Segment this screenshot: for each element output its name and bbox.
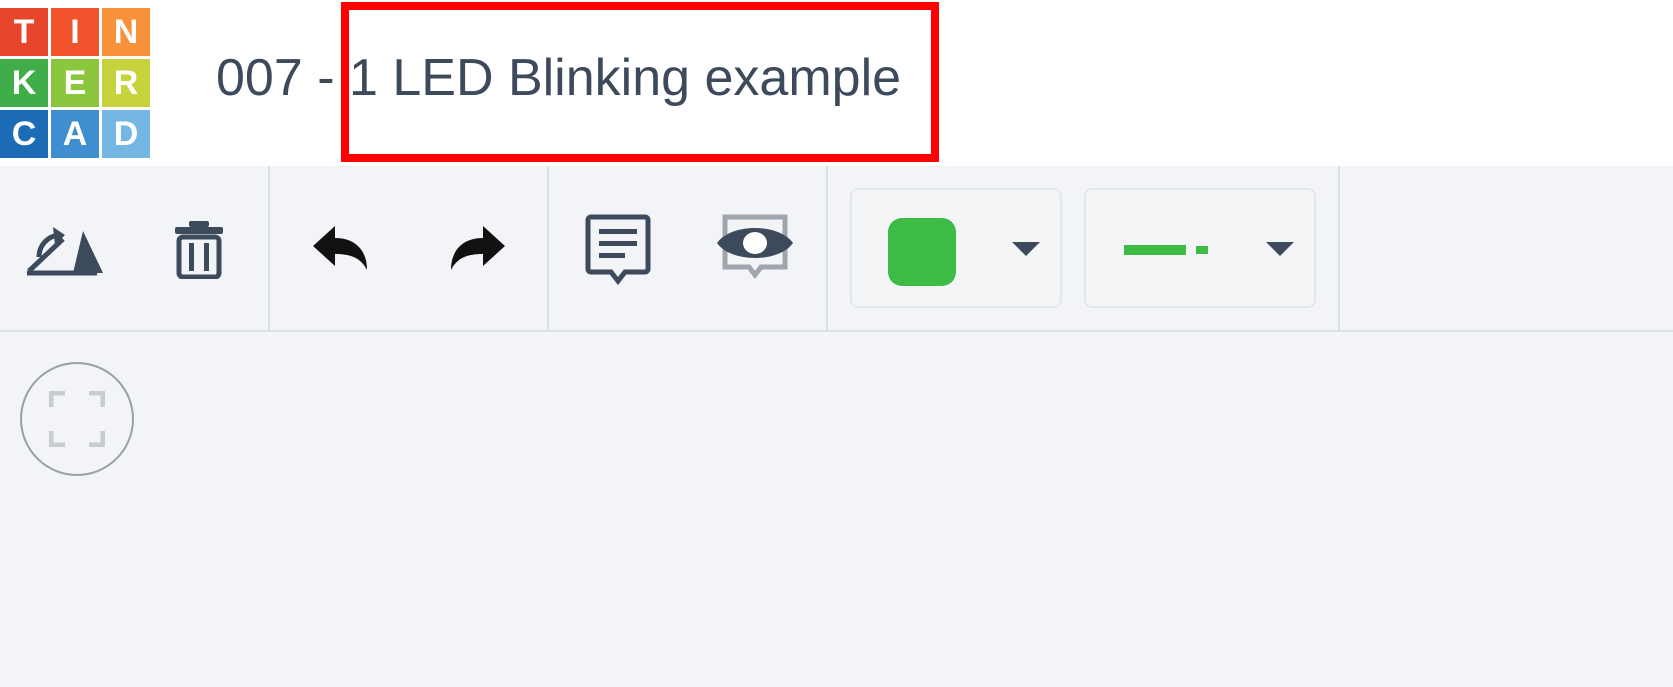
fit-view-button[interactable]	[20, 362, 134, 476]
notes-button[interactable]	[573, 204, 663, 294]
delete-button[interactable]	[154, 204, 244, 294]
fit-view-icon	[49, 391, 105, 447]
project-title[interactable]: 007 - 1 LED Blinking example	[216, 48, 901, 108]
toolbar-divider	[268, 166, 270, 330]
wire-type-picker[interactable]	[1084, 188, 1316, 308]
wire-type-icon	[1124, 245, 1208, 255]
logo-letter: N	[102, 8, 150, 56]
visibility-button[interactable]	[710, 204, 800, 294]
logo-letter: D	[102, 110, 150, 158]
logo-letter: E	[51, 59, 99, 107]
app-header: T I N K E R C A D 007 - 1 LED Blinking e…	[0, 0, 1673, 166]
notes-icon	[585, 214, 651, 285]
rotate-icon	[27, 227, 103, 276]
toolbar-divider	[826, 166, 828, 330]
caret-down-icon	[1266, 242, 1294, 256]
redo-button[interactable]	[432, 204, 522, 294]
logo-letter: I	[51, 8, 99, 56]
undo-icon	[313, 226, 367, 270]
toolbar	[0, 166, 1673, 332]
wire-color-picker[interactable]	[850, 188, 1062, 308]
logo-letter: T	[0, 8, 48, 56]
redo-icon	[451, 226, 505, 270]
undo-button[interactable]	[296, 204, 386, 294]
logo-letter: R	[102, 59, 150, 107]
logo-letter: A	[51, 110, 99, 158]
eye-icon	[717, 214, 793, 280]
toolbar-divider	[547, 166, 549, 330]
caret-down-icon	[1012, 242, 1040, 256]
logo-letter: C	[0, 110, 48, 158]
tinkercad-logo[interactable]: T I N K E R C A D	[0, 8, 150, 158]
logo-letter: K	[0, 59, 48, 107]
rotate-button[interactable]	[18, 204, 108, 294]
toolbar-divider	[1338, 166, 1340, 330]
trash-icon	[175, 221, 223, 279]
wire-color-swatch	[888, 218, 956, 286]
